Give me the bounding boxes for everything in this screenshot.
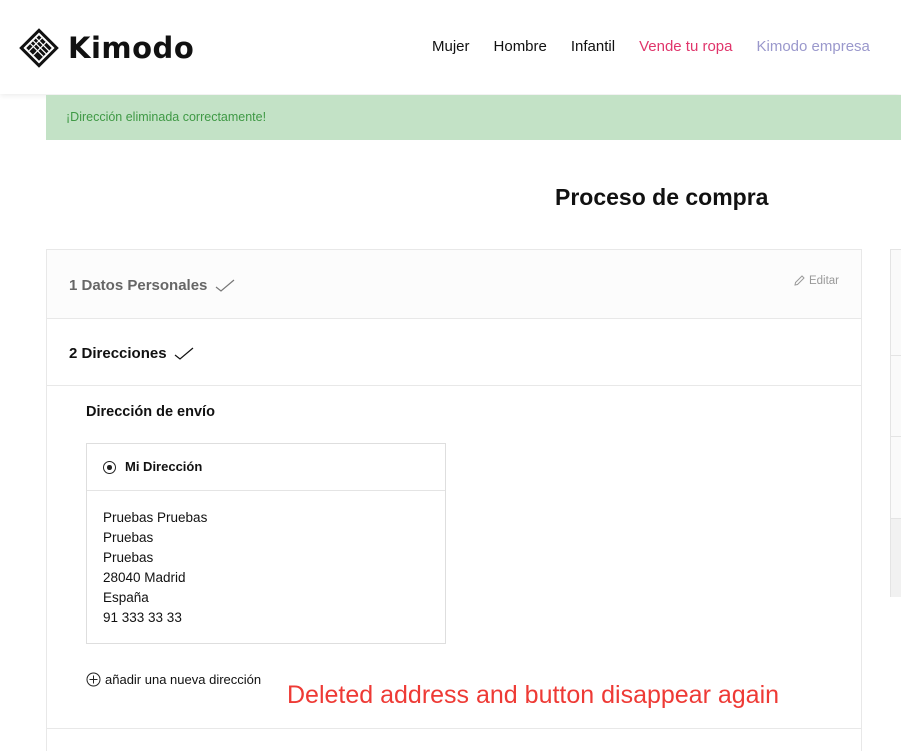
step-personal-data-title: 1 Datos Personales <box>69 277 236 294</box>
nav-item-vende-tu-ropa[interactable]: Vende tu ropa <box>639 38 732 55</box>
logo-text: Kimodo <box>68 31 195 65</box>
address-line: Pruebas <box>103 550 154 565</box>
nav-item-infantil[interactable]: Infantil <box>571 38 615 55</box>
step-addresses-title: 2 Direcciones <box>69 345 195 362</box>
checkmark-icon <box>174 347 194 360</box>
shipping-address-title: Dirección de envío <box>86 404 215 420</box>
step-addresses: 2 Direcciones <box>47 318 861 386</box>
address-line: Pruebas <box>103 530 154 545</box>
address-name: Mi Dirección <box>125 459 203 474</box>
checkmark-icon <box>215 279 234 292</box>
annotation-text: Deleted address and button disappear aga… <box>287 681 780 709</box>
divider <box>46 728 861 729</box>
order-summary-panel <box>890 249 901 597</box>
checkout-card: 1 Datos Personales Editar 2 Direcciones … <box>46 249 862 751</box>
edit-button[interactable]: Editar <box>793 274 839 287</box>
plus-circle-icon <box>86 672 101 687</box>
step-addresses-label: 2 Direcciones <box>69 345 167 362</box>
add-new-address-button[interactable]: añadir una nueva dirección <box>86 672 261 687</box>
page-title: Proceso de compra <box>555 184 769 210</box>
nav-item-mujer[interactable]: Mujer <box>432 38 470 55</box>
main-nav: Mujer Hombre Infantil Vende tu ropa Kimo… <box>432 38 870 55</box>
step-personal-data: 1 Datos Personales Editar <box>47 250 861 319</box>
address-radio-selected[interactable] <box>103 461 116 474</box>
address-line: España <box>103 590 149 605</box>
address-card[interactable]: Mi Dirección Pruebas Pruebas Pruebas Pru… <box>86 443 446 644</box>
edit-label: Editar <box>808 274 839 287</box>
add-new-address-label: añadir una nueva dirección <box>105 672 262 687</box>
divider <box>891 355 901 356</box>
site-header: Kimodo Mujer Hombre Infantil Vende tu ro… <box>0 0 901 94</box>
alert-message: ¡Dirección eliminada correctamente! <box>66 110 267 124</box>
address-lines: Pruebas Pruebas Pruebas Pruebas 28040 Ma… <box>103 508 207 628</box>
summary-section <box>891 518 901 597</box>
pencil-icon <box>794 275 805 286</box>
address-phone: 91 333 33 33 <box>103 610 182 625</box>
nav-item-kimodo-empresa[interactable]: Kimodo empresa <box>757 38 870 55</box>
logo[interactable]: Kimodo <box>18 27 194 69</box>
address-line: 28040 Madrid <box>103 570 186 585</box>
step-personal-data-label: 1 Datos Personales <box>69 277 208 294</box>
nav-item-hombre[interactable]: Hombre <box>494 38 547 55</box>
address-line: Pruebas Pruebas <box>103 510 208 525</box>
success-alert: ¡Dirección eliminada correctamente! <box>46 95 901 140</box>
divider <box>891 436 901 437</box>
kimodo-logo-icon <box>19 28 59 68</box>
address-card-header: Mi Dirección <box>87 444 445 491</box>
